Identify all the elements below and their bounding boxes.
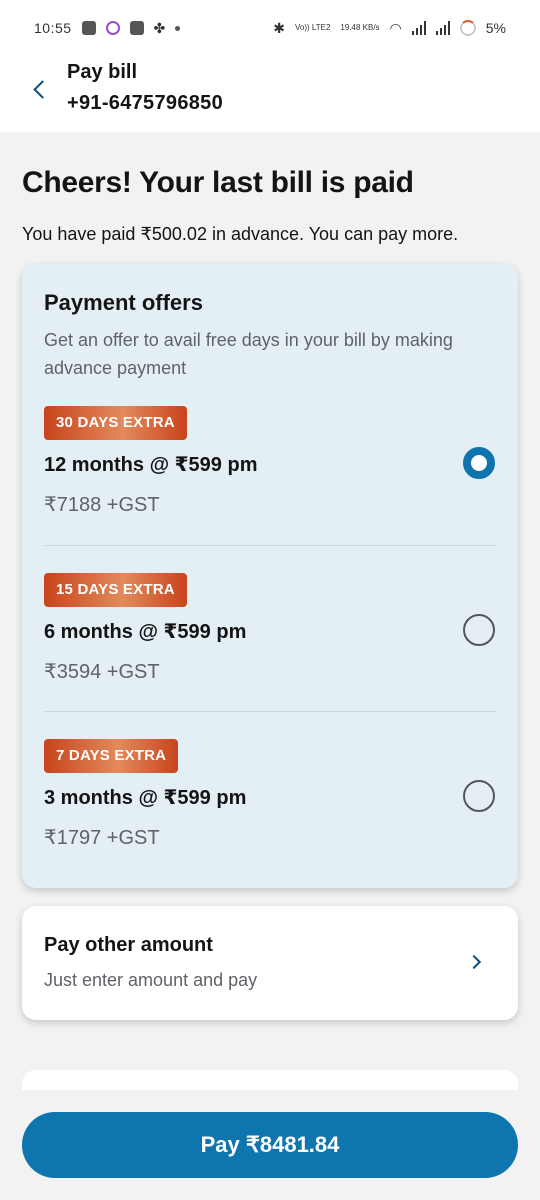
pay-other-amount-title: Pay other amount xyxy=(44,934,213,956)
offer-plan: 12 months @ ₹599 pm xyxy=(44,454,258,476)
offer-option-3-months[interactable]: 7 DAYS EXTRA 3 months @ ₹599 pm ₹1797 +G… xyxy=(22,739,518,905)
signal-icon-2 xyxy=(435,21,450,35)
bottom-bar: Pay ₹8481.84 xyxy=(0,1090,540,1200)
bill-status-heading: Cheers! Your last bill is paid xyxy=(22,166,414,199)
offer-option-6-months[interactable]: 15 DAYS EXTRA 6 months @ ₹599 pm ₹3594 +… xyxy=(22,573,518,739)
pay-other-amount-description: Just enter amount and pay xyxy=(44,970,258,990)
offer-badge: 15 DAYS EXTRA xyxy=(44,573,187,607)
network-speed-label: 19.48 KB/s xyxy=(340,23,380,32)
battery-icon xyxy=(459,20,476,36)
more-notifications-icon xyxy=(175,25,181,31)
signal-icon xyxy=(411,21,426,35)
back-button[interactable] xyxy=(22,72,56,106)
app-header: Pay bill +91-6475796850 xyxy=(0,56,540,132)
advance-paid-text: You have paid ₹500.02 in advance. You ca… xyxy=(22,224,459,244)
radio-unselected-icon[interactable] xyxy=(463,780,495,812)
radio-selected-icon[interactable] xyxy=(463,447,495,479)
pay-other-amount-card[interactable]: Pay other amount Just enter amount and p… xyxy=(22,906,518,1020)
volte-label: Vo)) LTE2 xyxy=(294,23,331,32)
app-notification-icon xyxy=(105,21,120,35)
chevron-right-icon xyxy=(466,954,482,970)
wifi-icon: ◠ xyxy=(389,19,402,36)
battery-percent: 5% xyxy=(485,20,506,36)
pay-button[interactable]: Pay ₹8481.84 xyxy=(22,1112,518,1178)
payment-offers-card: Payment offers Get an offer to avail fre… xyxy=(22,264,518,888)
offer-plan: 3 months @ ₹599 pm xyxy=(44,787,247,809)
divider xyxy=(44,545,496,546)
offer-badge: 30 DAYS EXTRA xyxy=(44,406,187,440)
status-bar-left: 10:55 ✤ xyxy=(34,19,181,37)
bluetooth-icon: ✱ xyxy=(273,19,285,36)
page-title: Pay bill xyxy=(67,61,138,83)
payment-offers-title: Payment offers xyxy=(44,290,203,315)
chevron-left-icon xyxy=(32,79,52,99)
paytm-notification-icon xyxy=(81,21,96,35)
payment-offers-description: Get an offer to avail free days in your … xyxy=(44,330,453,378)
fan-notification-icon: ✤ xyxy=(153,19,166,36)
offer-plan: 6 months @ ₹599 pm xyxy=(44,621,247,643)
phone-number: +91-6475796850 xyxy=(67,92,224,114)
divider xyxy=(44,711,496,712)
offer-option-12-months[interactable]: 30 DAYS EXTRA 12 months @ ₹599 pm ₹7188 … xyxy=(22,406,518,572)
status-time: 10:55 xyxy=(34,20,72,36)
offer-price: ₹1797 +GST xyxy=(44,827,160,849)
radio-unselected-icon[interactable] xyxy=(463,614,495,646)
offer-price: ₹3594 +GST xyxy=(44,661,160,683)
status-bar-right: ✱ Vo)) LTE2 19.48 KB/s ◠ 5% xyxy=(273,20,506,37)
offer-price: ₹7188 +GST xyxy=(44,494,160,516)
paytm-bank-notification-icon xyxy=(129,21,144,35)
status-bar: 10:55 ✤ ✱ Vo)) LTE2 19.48 KB/s ◠ 5% xyxy=(0,0,540,56)
offer-badge: 7 DAYS EXTRA xyxy=(44,739,179,773)
